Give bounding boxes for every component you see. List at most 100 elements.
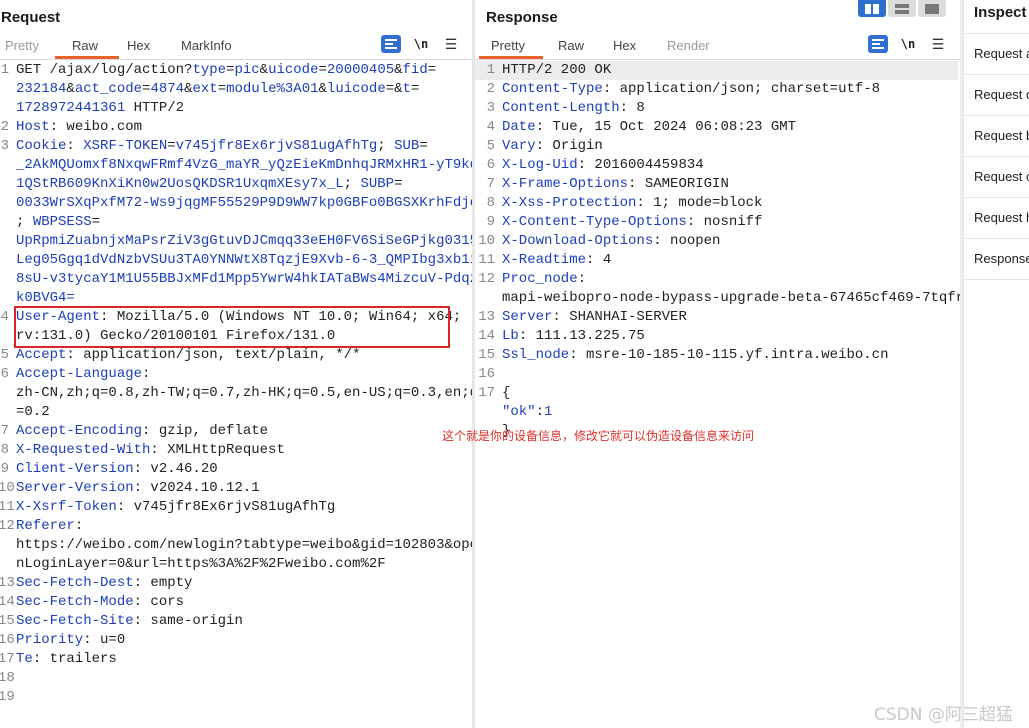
line-text: =0.2 [16, 403, 50, 422]
request-line: 15 Sec-Fetch-Site: same-origin [0, 612, 470, 631]
token-text: : [535, 404, 545, 420]
response-line: 7 X-Frame-Options: SAMEORIGIN [475, 175, 958, 194]
line-text: Leg05Ggq1dVdNzbVSUu3TA0YNNWtX8TqzjE9Xvb-… [16, 251, 478, 270]
inspector-item-response-headers[interactable]: Response [964, 238, 1029, 280]
token-key: Sec-Fetch-Mode [16, 594, 134, 610]
inspector-item-request-attributes[interactable]: Request a [964, 33, 1029, 74]
request-line: ; WBPSESS= [0, 213, 470, 232]
request-line: 6 Accept-Language: [0, 365, 470, 384]
request-line: 1QStRB609KnXiKn0w2UosQKDSR1UxqmXEsy7x_L;… [0, 175, 470, 194]
token-key: X-Xss-Protection [502, 195, 637, 211]
token-text: : trailers [32, 651, 117, 667]
line-text: Sec-Fetch-Dest: empty [16, 574, 192, 593]
token-key: Accept-Encoding [16, 423, 143, 439]
token-key: 0033WrSXqPxfM72-Ws9jqgMF55529P9D9WW7kp0G… [16, 195, 479, 211]
line-text: https://weibo.com/newlogin?tabtype=weibo… [16, 536, 478, 555]
line-text: 0033WrSXqPxfM72-Ws9jqgMF55529P9D9WW7kp0G… [16, 194, 478, 213]
inspector-item-request-cookies[interactable]: Request c [964, 156, 1029, 197]
line-number: 10 [0, 480, 15, 496]
token-key: t [402, 81, 411, 97]
line-text: { [502, 384, 510, 403]
line-text: Lb: 111.13.225.75 [502, 327, 645, 346]
watermark: CSDN @阿三超猛 [874, 705, 1013, 725]
inspector-title: Inspect [974, 4, 1027, 21]
inspector-item-label: Response [974, 251, 1029, 266]
token-key: Client-Version [16, 461, 134, 477]
line-text: X-Xsrf-Token: v745jfr8Ex6rjvS81ugAfhTg [16, 498, 335, 517]
token-text: : v2.46.20 [133, 461, 218, 477]
response-tab-hex[interactable]: Hex [613, 38, 636, 53]
format-lines-icon [385, 39, 397, 49]
request-editor[interactable]: 1 GET /ajax/log/action?type=pic&uicode=20… [0, 61, 478, 707]
line-text: X-Content-Type-Options: nosniff [502, 213, 762, 232]
inspector-item-label: Request b [974, 128, 1029, 143]
request-tab-markinfo[interactable]: MarkInfo [181, 38, 232, 53]
token-text: ; [343, 176, 361, 192]
inspector-item-request-query[interactable]: Request q [964, 74, 1029, 115]
response-editor[interactable]: 1 HTTP/2 200 OK 2 Content-Type: application… [475, 61, 964, 441]
request-tab-raw[interactable]: Raw [72, 38, 98, 53]
token-text: nLoginLayer=0&url=https%3A%2F%2Fweibo.co… [16, 556, 386, 572]
hamburger-menu-icon: ☰ [444, 35, 458, 52]
inspector-item-label: Request a [974, 46, 1029, 61]
line-text: Cookie: XSRF-TOKEN=v745jfr8Ex6rjvS81ugAf… [16, 137, 428, 156]
request-newline-toggle[interactable]: \n [411, 35, 431, 53]
token-text: : gzip, deflate [142, 423, 269, 439]
line-text: 232184&act_code=4874&ext=module%3A01&lui… [16, 80, 419, 99]
token-text: = [394, 176, 403, 192]
token-text: = [410, 81, 420, 97]
line-text: Accept-Language: [16, 365, 150, 384]
token-key: XSRF-TOKEN [83, 138, 168, 154]
request-line: 13 Sec-Fetch-Dest: empty [0, 574, 470, 593]
request-line: 14 Sec-Fetch-Mode: cors [0, 593, 470, 612]
line-number: 16 [0, 632, 15, 648]
token-key: Ssl_node [502, 347, 570, 363]
line-text: Proc_node: [502, 270, 586, 289]
line-number: 8 [0, 442, 9, 458]
token-key: 1 [544, 404, 553, 420]
token-text: : Origin [535, 138, 603, 154]
token-key: Referer [16, 518, 75, 534]
token-text: : 1; mode=block [636, 195, 763, 211]
response-format-button[interactable] [868, 35, 888, 53]
token-text: = [217, 81, 227, 97]
inspector-item-label: Request h [974, 210, 1029, 225]
line-number: 13 [478, 309, 495, 325]
response-line: 9 X-Content-Type-Options: nosniff [475, 213, 958, 232]
inspector-panel: Inspect Request a Request q Request b Re… [963, 0, 1029, 728]
line-text: Content-Length: 8 [502, 99, 645, 118]
token-key: Cookie [16, 138, 67, 154]
request-format-button[interactable] [381, 35, 401, 53]
line-text: X-Log-Uid: 2016004459834 [502, 156, 704, 175]
request-pane: Request Pretty Raw Hex MarkInfo \n ☰ 1 GE… [0, 0, 478, 728]
layout-stacked-button[interactable] [888, 0, 916, 17]
response-tab-raw[interactable]: Raw [558, 38, 584, 53]
response-line: "ok":1 [475, 403, 958, 422]
token-text: : v2024.10.12.1 [133, 480, 260, 496]
request-tab-pretty[interactable]: Pretty [5, 38, 39, 53]
layout-side-by-side-button[interactable] [858, 0, 886, 17]
inspector-item-request-headers[interactable]: Request h [964, 197, 1029, 238]
rows-icon [895, 3, 909, 14]
token-text: GET /ajax/log/action? [16, 62, 193, 78]
token-text: & [318, 81, 327, 97]
response-line: 3 Content-Length: 8 [475, 99, 958, 118]
line-text: Accept-Encoding: gzip, deflate [16, 422, 268, 441]
response-menu-button[interactable]: ☰ [928, 35, 948, 53]
inspector-item-request-body[interactable]: Request b [964, 115, 1029, 156]
response-newline-toggle[interactable]: \n [898, 35, 918, 53]
response-tab-render[interactable]: Render [667, 38, 710, 53]
line-text: X-Frame-Options: SAMEORIGIN [502, 175, 729, 194]
request-menu-button[interactable]: ☰ [441, 35, 461, 53]
format-lines-icon [872, 39, 884, 49]
request-tab-hex[interactable]: Hex [127, 38, 150, 53]
token-text: ; [377, 138, 395, 154]
line-text: X-Download-Options: noopen [502, 232, 720, 251]
response-line: 16 [475, 365, 958, 384]
line-number: 15 [478, 347, 495, 363]
line-text: Vary: Origin [502, 137, 603, 156]
response-tab-pretty[interactable]: Pretty [491, 38, 525, 53]
request-line: 5 Accept: application/json, text/plain, *… [0, 346, 470, 365]
layout-single-button[interactable] [918, 0, 946, 17]
token-key: Host [16, 119, 50, 135]
